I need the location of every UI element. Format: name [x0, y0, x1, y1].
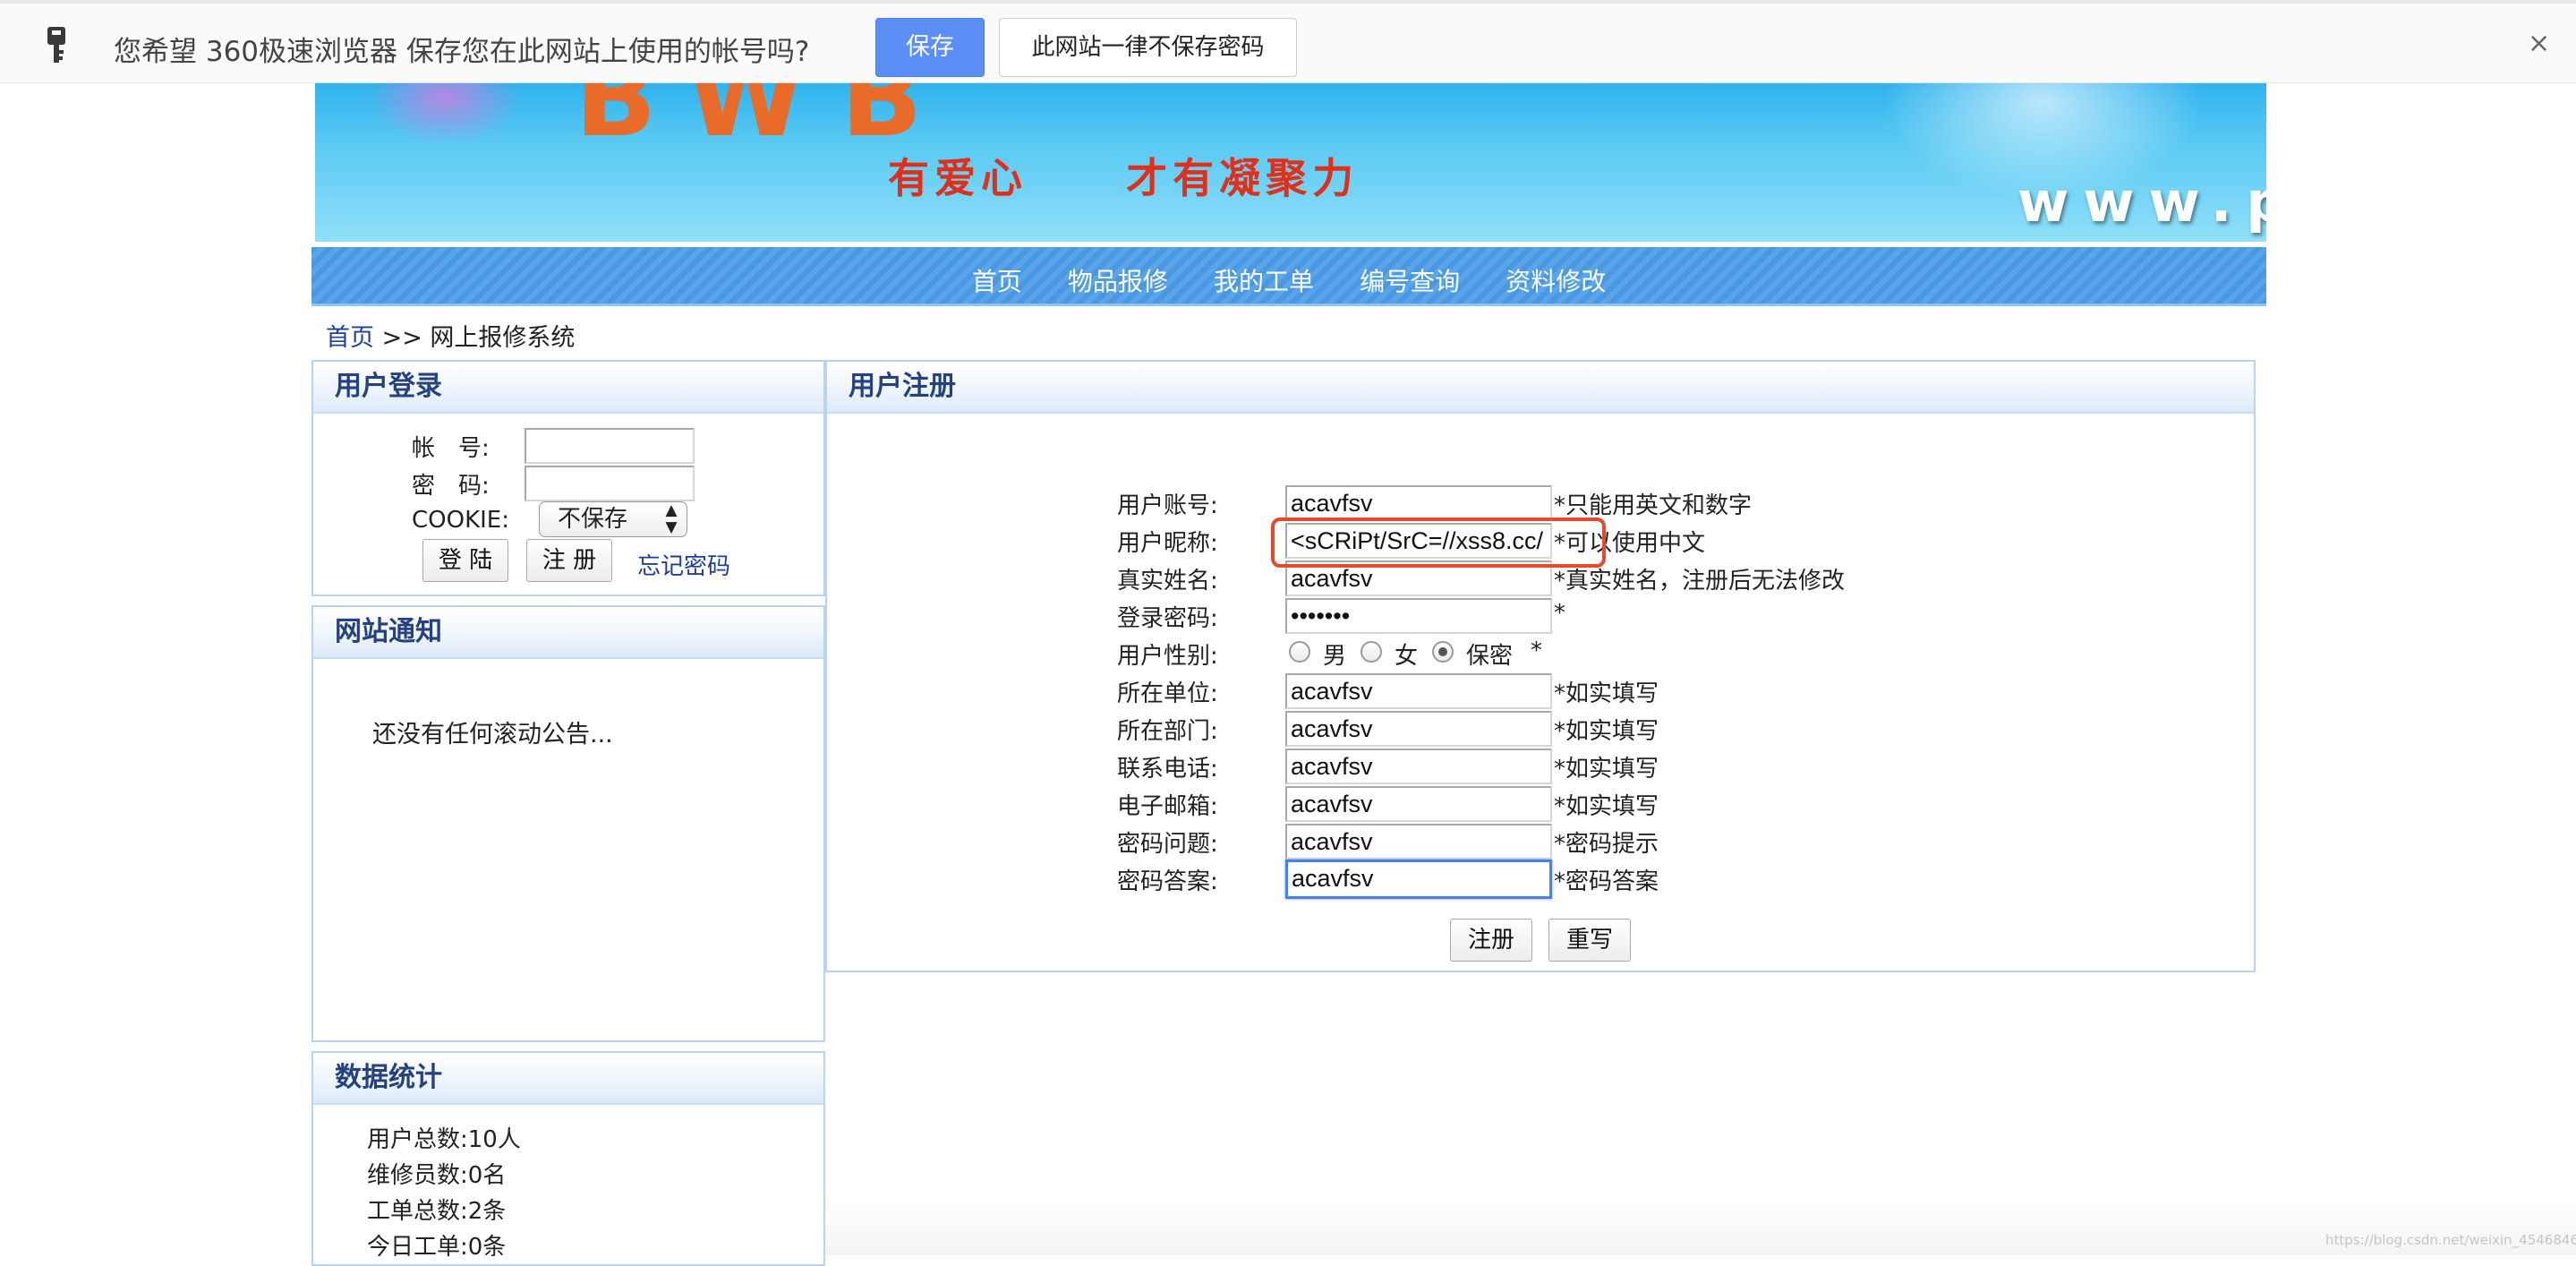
security-answer-input[interactable]: acavfsv: [1285, 860, 1552, 899]
field-hint: *如实填写: [1554, 756, 1659, 783]
banner-decoration: [369, 83, 521, 146]
notice-text: 还没有任何滚动公告...: [372, 721, 613, 748]
account-label: 帐 号:: [412, 435, 490, 462]
cookie-label: COOKIE:: [412, 507, 509, 534]
field-label: 真实姓名:: [1117, 568, 1218, 595]
field-hint: *密码答案: [1554, 868, 1659, 895]
field-label: 密码问题:: [1117, 831, 1218, 858]
site-banner: BWB 有爱心 才有凝聚力 www.pjhff.cn: [315, 83, 2266, 242]
field-label: 所在单位:: [1117, 680, 1218, 707]
company-input[interactable]: acavfsv: [1285, 673, 1552, 709]
field-hint: *: [1531, 637, 1542, 664]
password-input[interactable]: •••••••: [1285, 598, 1552, 634]
phone-input[interactable]: acavfsv: [1285, 748, 1552, 784]
login-panel: 用户登录 帐 号: 密 码: COOKIE: 不保存 ▲ ▼ 登 陆 注 册 忘记…: [311, 360, 825, 596]
login-button[interactable]: 登 陆: [422, 539, 508, 582]
department-input[interactable]: acavfsv: [1285, 711, 1552, 747]
field-hint: *如实填写: [1554, 718, 1659, 745]
field-hint: *只能用英文和数字: [1554, 492, 1753, 519]
breadcrumb-current: >> 网上报修系统: [374, 324, 576, 352]
stats-panel: 数据统计 用户总数:10人 维修员数:0名 工单总数:2条 今日工单:0条: [311, 1051, 825, 1266]
nav-number-query[interactable]: 编号查询: [1360, 267, 1460, 296]
key-icon: [47, 27, 65, 63]
cookie-select-value: 不保存: [558, 506, 628, 533]
stat-users: 用户总数:10人: [367, 1126, 521, 1153]
cookie-select[interactable]: 不保存 ▲ ▼: [539, 501, 687, 537]
stats-title: 数据统计: [313, 1053, 823, 1105]
save-password-prompt: 您希望 360极速浏览器 保存您在此网站上使用的帐号吗?: [114, 36, 810, 68]
login-password-input[interactable]: [525, 466, 695, 501]
forgot-password-link[interactable]: 忘记密码: [637, 548, 730, 581]
nav-my-orders[interactable]: 我的工单: [1214, 267, 1314, 296]
field-label: 所在部门:: [1117, 718, 1218, 745]
gender-female-radio[interactable]: [1361, 641, 1382, 663]
watermark-text: https://blog.csdn.net/weixin_45468466: [2325, 1232, 2576, 1248]
gender-male-radio[interactable]: [1289, 641, 1310, 663]
password-label: 密 码:: [412, 473, 490, 500]
bottom-shadow: [825, 1200, 2576, 1255]
notice-panel: 网站通知 还没有任何滚动公告...: [311, 605, 825, 1042]
nav-profile-edit[interactable]: 资料修改: [1506, 267, 1606, 296]
nav-repair[interactable]: 物品报修: [1068, 267, 1168, 296]
field-label: 用户昵称:: [1117, 530, 1218, 557]
reset-button[interactable]: 重写: [1548, 919, 1631, 962]
field-label: 登录密码:: [1117, 605, 1218, 632]
close-icon[interactable]: ×: [2528, 30, 2550, 57]
field-label: 用户账号:: [1117, 492, 1218, 519]
field-hint: *密码提示: [1554, 831, 1659, 858]
highlight-annotation: [1271, 518, 1606, 568]
register-link-button[interactable]: 注 册: [526, 539, 612, 582]
field-hint: *: [1554, 600, 1565, 627]
security-question-input[interactable]: acavfsv: [1285, 824, 1552, 860]
submit-register-button[interactable]: 注册: [1450, 919, 1532, 962]
main-nav: 首页 物品报修 我的工单 编号查询 资料修改: [311, 247, 2266, 306]
banner-slogan: 有爱心 才有凝聚力: [888, 154, 1360, 202]
field-label: 密码答案:: [1117, 868, 1218, 895]
breadcrumb: 首页 >> 网上报修系统: [326, 318, 575, 353]
never-save-button[interactable]: 此网站一律不保存密码: [999, 18, 1297, 77]
select-arrows-icon: ▲ ▼: [665, 501, 678, 536]
gender-secret-radio[interactable]: [1432, 641, 1454, 663]
nav-home[interactable]: 首页: [972, 267, 1022, 296]
username-input[interactable]: acavfsv: [1285, 485, 1552, 521]
email-input[interactable]: acavfsv: [1285, 786, 1552, 822]
stat-repairers: 维修员数:0名: [367, 1162, 507, 1189]
stat-today-orders: 今日工单:0条: [367, 1234, 507, 1261]
gender-secret-label: 保密: [1466, 643, 1514, 670]
field-label: 电子邮箱:: [1117, 793, 1218, 820]
save-password-button[interactable]: 保存: [875, 18, 985, 77]
password-save-bar: 您希望 360极速浏览器 保存您在此网站上使用的帐号吗? 保存 此网站一律不保存…: [0, 0, 2576, 83]
field-hint: *如实填写: [1554, 793, 1659, 820]
register-panel: 用户注册 用户账号: acavfsv *只能用英文和数字 用户昵称: <sCRi…: [825, 360, 2256, 972]
gender-female-label: 女: [1395, 643, 1419, 670]
notice-title: 网站通知: [313, 607, 823, 659]
breadcrumb-home[interactable]: 首页: [326, 324, 374, 352]
field-hint: *如实填写: [1554, 680, 1659, 707]
login-account-input[interactable]: [525, 428, 695, 464]
register-title: 用户注册: [827, 362, 2254, 414]
gender-label: 用户性别:: [1117, 643, 1218, 670]
gender-male-label: 男: [1323, 643, 1347, 670]
stat-orders: 工单总数:2条: [367, 1198, 507, 1225]
field-label: 联系电话:: [1117, 756, 1218, 783]
login-title: 用户登录: [313, 362, 823, 414]
banner-url: www.pjhff.cn: [2017, 169, 2266, 235]
